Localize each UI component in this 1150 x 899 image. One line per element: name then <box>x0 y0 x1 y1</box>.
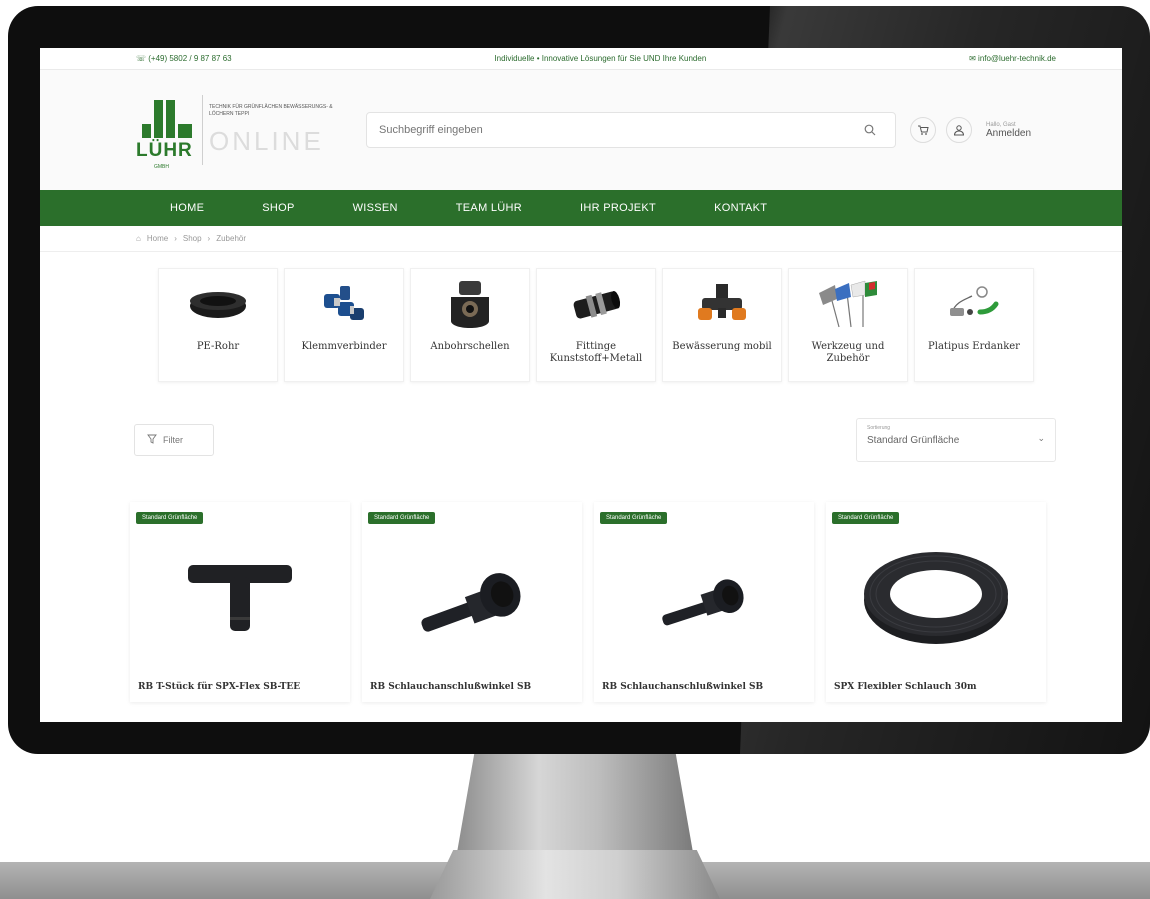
category-label: Bewässerung mobil <box>672 341 772 352</box>
product-title[interactable]: SPX Flexibler Schlauch 30m <box>834 682 977 692</box>
monitor-stand-foot <box>430 850 720 899</box>
monitor-stand-neck <box>455 754 695 864</box>
product-card[interactable]: Standard Grünfläche SPX Flexibler Schlau… <box>826 502 1046 702</box>
tapping-saddle-icon <box>435 279 505 329</box>
logo-mark: LÜHR GMBH <box>136 88 200 172</box>
filter-label: Filter <box>163 435 183 445</box>
logo-online: ONLINE <box>209 125 324 156</box>
product-card[interactable]: Standard Grünfläche RB T-Stück für SPX-F… <box>130 502 350 702</box>
hose-coil-icon <box>826 542 1046 652</box>
search-icon[interactable] <box>855 115 885 145</box>
product-title[interactable]: RB Schlauchanschlußwinkel SB <box>602 682 763 692</box>
logo-bar <box>154 100 163 138</box>
logo-divider <box>202 95 203 165</box>
clamp-connector-icon <box>309 279 379 329</box>
product-card[interactable]: Standard Grünfläche RB Schlauchanschlußw… <box>594 502 814 702</box>
fitting-icon <box>561 279 631 329</box>
filter-icon <box>147 434 157 446</box>
earth-anchor-icon <box>939 279 1009 329</box>
category-label: Platipus Erdanker <box>928 341 1020 352</box>
website-screen: ☏ (+49) 5802 / 9 87 87 63 Individuelle •… <box>40 48 1122 722</box>
elbow-icon <box>362 542 582 652</box>
breadcrumb-shop[interactable]: Shop <box>183 234 202 243</box>
logo-name: LÜHR <box>136 140 193 161</box>
breadcrumb-separator: › <box>207 234 211 243</box>
chevron-down-icon: ⌄ <box>1037 433 1045 443</box>
category-bewaesserung-mobil[interactable]: Bewässerung mobil <box>662 268 782 382</box>
category-klemmverbinder[interactable]: Klemmverbinder <box>284 268 404 382</box>
home-icon[interactable]: ⌂ <box>136 234 141 243</box>
category-platipus[interactable]: Platipus Erdanker <box>914 268 1034 382</box>
sort-small-label: Sortierung <box>867 425 891 431</box>
logo-bar <box>142 124 151 138</box>
breadcrumb-current: Zubehör <box>216 234 247 243</box>
logo-right: TECHNIK FÜR GRÜNFLÄCHEN BEWÄSSERUNGS- & … <box>209 104 349 157</box>
product-badge: Standard Grünfläche <box>136 512 204 524</box>
login-block[interactable]: Hallo, Gast Anmelden <box>986 122 1031 139</box>
main-nav: HOME SHOP WISSEN TEAM LÜHR IHR PROJEKT K… <box>40 190 1122 226</box>
slogan-text: Individuelle • Innovative Lösungen für S… <box>494 54 707 63</box>
email-link[interactable]: ✉ info@luehr-technik.de <box>969 54 1056 63</box>
filter-button[interactable]: Filter <box>134 424 214 456</box>
nav-item-projekt[interactable]: IHR PROJEKT <box>580 202 656 214</box>
nav-item-shop[interactable]: SHOP <box>262 202 294 214</box>
category-fittinge[interactable]: Fittinge Kunststoff+Metall <box>536 268 656 382</box>
product-title[interactable]: RB T-Stück für SPX-Flex SB-TEE <box>138 682 300 692</box>
category-label: Fittinge Kunststoff+Metall <box>549 341 643 364</box>
nav-item-team[interactable]: TEAM LÜHR <box>456 202 522 214</box>
site-header: LÜHR GMBH TECHNIK FÜR GRÜNFLÄCHEN BEWÄSS… <box>40 70 1122 190</box>
category-tiles: PE-Rohr Klemmverbinder Anbohrschellen Fi… <box>40 268 1122 382</box>
elbow-small-icon <box>594 542 814 652</box>
product-title[interactable]: RB Schlauchanschlußwinkel SB <box>370 682 531 692</box>
user-icon[interactable] <box>946 117 972 143</box>
nav-item-home[interactable]: HOME <box>170 202 204 214</box>
logo-gmbh: GMBH <box>154 164 169 170</box>
category-label: Werkzeug und Zubehör <box>811 341 885 364</box>
tools-flags-icon <box>813 279 883 329</box>
header-actions: Hallo, Gast Anmelden <box>910 117 1031 143</box>
phone-link[interactable]: ☏ (+49) 5802 / 9 87 87 63 <box>136 54 232 63</box>
category-label: Klemmverbinder <box>301 341 387 352</box>
site-logo[interactable]: LÜHR GMBH TECHNIK FÜR GRÜNFLÄCHEN BEWÄSS… <box>136 88 356 172</box>
cart-icon[interactable] <box>910 117 936 143</box>
pe-pipe-icon <box>183 279 253 329</box>
category-werkzeug[interactable]: Werkzeug und Zubehör <box>788 268 908 382</box>
category-label: PE-Rohr <box>196 341 240 352</box>
logo-bar <box>178 124 192 138</box>
mobile-irrigation-icon <box>687 279 757 329</box>
search-input[interactable] <box>379 124 819 136</box>
product-card[interactable]: Standard Grünfläche RB Schlauchanschlußw… <box>362 502 582 702</box>
logo-tagline: TECHNIK FÜR GRÜNFLÄCHEN BEWÄSSERUNGS- & … <box>209 103 333 117</box>
t-piece-icon <box>130 542 350 652</box>
nav-item-kontakt[interactable]: KONTAKT <box>714 202 767 214</box>
breadcrumb: ⌂ Home › Shop › Zubehör <box>40 226 1122 252</box>
product-grid: Standard Grünfläche RB T-Stück für SPX-F… <box>40 502 1122 702</box>
search-bar <box>366 112 896 148</box>
breadcrumb-home[interactable]: Home <box>147 234 168 243</box>
sort-value: Standard Grünfläche <box>867 435 960 446</box>
login-link[interactable]: Anmelden <box>986 128 1031 139</box>
category-pe-rohr[interactable]: PE-Rohr <box>158 268 278 382</box>
logo-bar <box>166 100 175 138</box>
nav-item-wissen[interactable]: WISSEN <box>353 202 398 214</box>
product-badge: Standard Grünfläche <box>832 512 900 524</box>
category-anbohrschellen[interactable]: Anbohrschellen <box>410 268 530 382</box>
filter-row: Filter Sortierung Standard Grünfläche ⌄ <box>40 418 1122 462</box>
product-badge: Standard Grünfläche <box>368 512 436 524</box>
breadcrumb-separator: › <box>174 234 177 243</box>
product-badge: Standard Grünfläche <box>600 512 668 524</box>
category-label: Anbohrschellen <box>430 341 510 352</box>
top-info-bar: ☏ (+49) 5802 / 9 87 87 63 Individuelle •… <box>40 48 1122 70</box>
sort-select[interactable]: Sortierung Standard Grünfläche ⌄ <box>856 418 1056 462</box>
